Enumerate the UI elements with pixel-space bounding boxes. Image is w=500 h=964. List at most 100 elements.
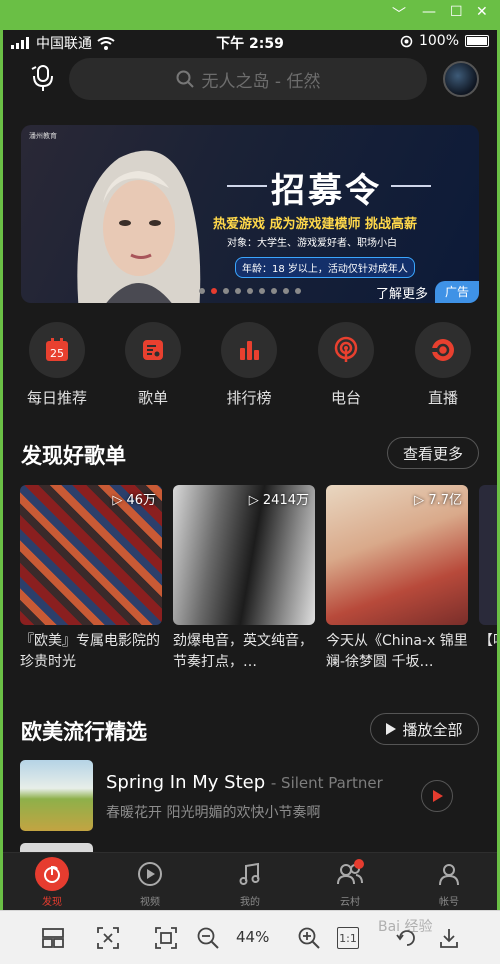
bottom-nav: 发现 视频 我的 云村 帐号: [3, 852, 497, 910]
rotation-lock-icon: [400, 35, 413, 47]
avatar[interactable]: [443, 61, 479, 97]
category-row: 25 每日推荐 歌单 排行榜 电台 直播: [3, 322, 497, 412]
pagination-dot[interactable]: [259, 288, 265, 294]
video-icon: [133, 857, 167, 891]
song-cover[interactable]: [20, 760, 93, 831]
view-more-label: 查看更多: [402, 444, 463, 463]
nav-discover[interactable]: 发现: [12, 857, 92, 908]
zoom-out-icon: [197, 927, 219, 949]
download-button[interactable]: [436, 925, 462, 951]
play-count-value: 2414万: [262, 493, 309, 508]
fit-icon: [97, 927, 119, 949]
category-daily-recommend[interactable]: 25 每日推荐: [9, 322, 105, 408]
pagination-dot[interactable]: [271, 288, 277, 294]
nav-account[interactable]: 帐号: [409, 857, 489, 908]
play-count-value: 46万: [126, 493, 156, 508]
view-more-button[interactable]: 查看更多: [387, 437, 479, 469]
play-icon: [386, 723, 397, 735]
status-bar: 中国联通 下午 2:59 100%: [3, 30, 497, 54]
section-title-songs: 欧美流行精选: [21, 720, 147, 744]
calendar-icon: 25: [46, 338, 68, 361]
playlist-cover: [479, 485, 497, 625]
notification-badge: [354, 859, 364, 869]
section-title-playlists: 发现好歌单: [21, 444, 126, 468]
category-icon-circle: [318, 322, 374, 378]
play-count: ▷ 2414万: [248, 493, 309, 508]
banner-pagination: [199, 288, 301, 294]
category-label: 排行榜: [226, 389, 272, 407]
play-all-button[interactable]: 播放全部: [370, 713, 479, 745]
pagination-dot[interactable]: [223, 288, 229, 294]
banner-more-link[interactable]: 了解更多: [376, 283, 428, 302]
category-label: 歌单: [137, 389, 168, 407]
playlist-card[interactable]: ▷ 46万 『欧美』专属电影院的珍贵时光: [20, 485, 162, 673]
fit-window-button[interactable]: [95, 925, 121, 951]
song-description: 春暖花开 阳光明媚的欢快小节奏啊: [106, 805, 321, 821]
nav-label: 帐号: [439, 897, 459, 908]
ad-banner[interactable]: 潘州教育 招募令 热爱游戏 成为游戏建模师 挑战高薪 对象：大学生、游戏爱好者、…: [21, 125, 479, 303]
nav-label: 我的: [240, 897, 260, 908]
category-icon-circle: 25: [29, 322, 85, 378]
play-count: ▷ 46万: [112, 493, 156, 508]
banner-logo: 潘州教育: [29, 132, 57, 140]
playlist-name: 【听的: [479, 633, 497, 649]
pagination-dot-active[interactable]: [211, 288, 217, 294]
zoom-in-icon: [298, 927, 320, 949]
category-icon-circle: [415, 322, 471, 378]
fullscreen-button[interactable]: [153, 925, 179, 951]
zoom-in-button[interactable]: [296, 925, 322, 951]
playlist-card[interactable]: ▷ 7.7亿 今天从《China-x 锦里 斓-徐梦圆 千坂…: [326, 485, 468, 673]
pagination-dot[interactable]: [283, 288, 289, 294]
music-note-icon: [233, 857, 267, 891]
minimize-icon[interactable]: —: [422, 4, 436, 20]
collapse-icon[interactable]: ﹀: [392, 4, 406, 24]
battery-icon: [465, 35, 489, 47]
nav-mine[interactable]: 我的: [210, 857, 290, 908]
song-play-button[interactable]: [421, 780, 453, 812]
category-live[interactable]: 直播: [395, 322, 491, 408]
maximize-icon[interactable]: ☐: [450, 4, 463, 20]
voice-search-button[interactable]: [27, 62, 59, 94]
netease-logo-icon: [35, 857, 69, 891]
play-icon: [433, 790, 443, 802]
category-charts[interactable]: 排行榜: [201, 322, 297, 408]
pagination-dot[interactable]: [199, 288, 205, 294]
banner-target: 对象：大学生、游戏爱好者、职场小白: [227, 238, 397, 249]
category-playlist[interactable]: 歌单: [105, 322, 201, 408]
song-title: Spring In My Step: [106, 772, 266, 793]
ad-badge: 广告: [435, 281, 479, 303]
category-label: 电台: [330, 389, 361, 407]
phone-screen: 中国联通 下午 2:59 100% 无人之岛 - 任然 潘州教育 招募令 热爱游…: [3, 30, 497, 910]
microphone-icon: [31, 65, 53, 91]
battery-percent: 100%: [418, 33, 459, 49]
nav-community[interactable]: 云村: [310, 857, 390, 908]
zoom-out-button[interactable]: [195, 925, 221, 951]
actual-size-button[interactable]: 1:1: [337, 927, 359, 949]
pagination-dot[interactable]: [235, 288, 241, 294]
banner-subtitle: 热爱游戏 成为游戏建模师 挑战高薪: [213, 217, 418, 232]
pagination-dot[interactable]: [247, 288, 253, 294]
playlist-cover: ▷ 46万: [20, 485, 162, 625]
live-icon: [431, 339, 454, 361]
play-count-value: 7.7亿: [428, 493, 462, 508]
nav-video[interactable]: 视频: [110, 857, 190, 908]
playlist-card[interactable]: ▷ 2414万 劲爆电音，英文纯音，节奏打点，…: [173, 485, 315, 673]
song-title-line[interactable]: Spring In My Step - Silent Partner: [106, 772, 383, 793]
search-placeholder: 无人之岛 - 任然: [201, 71, 321, 92]
chart-icon: [240, 341, 259, 360]
watermark: Bai 经验: [378, 919, 433, 935]
category-radio[interactable]: 电台: [298, 322, 394, 408]
playlist-cover: ▷ 7.7亿: [326, 485, 468, 625]
search-input[interactable]: 无人之岛 - 任然: [69, 58, 427, 100]
search-icon: [176, 70, 194, 88]
thumbnail-view-button[interactable]: [40, 925, 66, 951]
song-artist: - Silent Partner: [270, 774, 383, 792]
banner-character-image: [77, 150, 201, 303]
nav-label: 云村: [340, 897, 360, 908]
close-icon[interactable]: ✕: [476, 4, 488, 20]
user-icon: [432, 857, 466, 891]
category-icon-circle: [221, 322, 277, 378]
play-count: ▷ 7.7亿: [414, 493, 462, 508]
playlist-card[interactable]: 【听的: [479, 485, 497, 673]
pagination-dot[interactable]: [295, 288, 301, 294]
